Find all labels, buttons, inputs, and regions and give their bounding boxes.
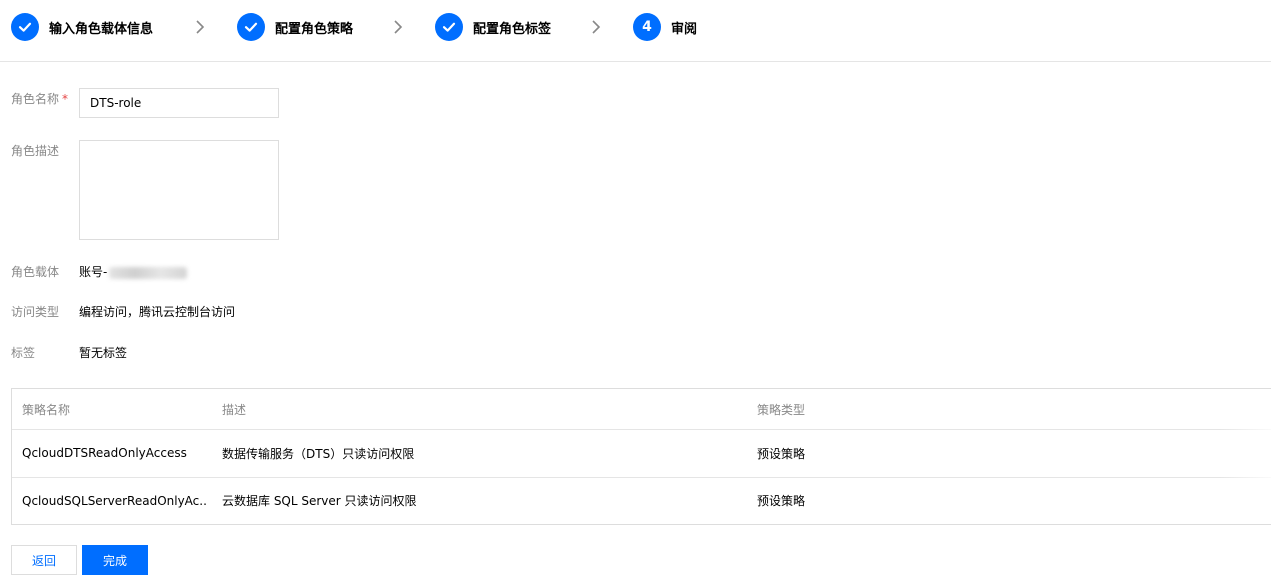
step-4-label: 审阅 (671, 21, 698, 37)
carrier-value: 账号- (79, 263, 188, 280)
step-4-number: 4 (642, 19, 652, 35)
step-3-label: 配置角色标签 (473, 21, 552, 37)
step-2-label: 配置角色策略 (275, 21, 354, 37)
policy-desc-cell: 数据传输服务（DTS）只读访问权限 (222, 446, 415, 461)
header-policy-type: 策略类型 (757, 402, 806, 417)
role-name-label-text: 角色名称 (11, 92, 60, 106)
policy-name-cell: QcloudDTSReadOnlyAccess (22, 446, 187, 460)
policy-name-cell: QcloudSQLServerReadOnlyAc... (22, 493, 207, 508)
check-icon (237, 13, 265, 41)
carrier-label: 角色载体 (11, 265, 60, 279)
chevron-right-icon (592, 20, 601, 34)
table-header-row: 策略名称 描述 策略类型 (12, 389, 1271, 430)
table-row: QcloudDTSReadOnlyAccess 数据传输服务（DTS）只读访问权… (12, 429, 1271, 478)
header-policy-name: 策略名称 (22, 402, 71, 417)
tags-value: 暂无标签 (79, 346, 128, 360)
redacted-account-id (109, 266, 188, 279)
access-type-value: 编程访问，腾讯云控制台访问 (79, 305, 236, 319)
step-1: 输入角色载体信息 (11, 12, 153, 42)
role-name-label: 角色名称 * (11, 90, 68, 107)
required-mark: * (62, 92, 69, 106)
role-name-input[interactable]: DTS-role (79, 88, 279, 118)
access-type-label: 访问类型 (11, 305, 60, 319)
check-icon (435, 13, 463, 41)
back-button[interactable]: 返回 (11, 545, 77, 575)
step-4: 4 审阅 (633, 12, 697, 42)
step-4-number-badge: 4 (633, 13, 661, 41)
role-desc-textarea[interactable] (79, 140, 279, 240)
done-button[interactable]: 完成 (82, 545, 148, 575)
policy-desc-cell: 云数据库 SQL Server 只读访问权限 (222, 494, 417, 508)
step-3: 配置角色标签 (435, 12, 551, 42)
carrier-account-prefix: 账号- (79, 265, 108, 279)
check-icon (11, 13, 39, 41)
step-2: 配置角色策略 (237, 12, 353, 42)
tags-label: 标签 (11, 346, 36, 360)
role-desc-label: 角色描述 (11, 144, 60, 158)
policy-table: 策略名称 描述 策略类型 QcloudDTSReadOnlyAccess 数据传… (11, 388, 1271, 525)
step-1-label: 输入角色载体信息 (49, 21, 154, 37)
chevron-right-icon (394, 20, 403, 34)
chevron-right-icon (196, 20, 205, 34)
header-description: 描述 (222, 402, 247, 417)
policy-type-cell: 预设策略 (757, 446, 806, 461)
policy-type-cell: 预设策略 (757, 494, 806, 508)
table-edge-fade (1220, 389, 1271, 524)
table-row: QcloudSQLServerReadOnlyAc... 云数据库 SQL Se… (12, 477, 1271, 524)
steps-bar: 输入角色载体信息 配置角色策略 配置角色标签 4 审阅 (0, 0, 1271, 62)
